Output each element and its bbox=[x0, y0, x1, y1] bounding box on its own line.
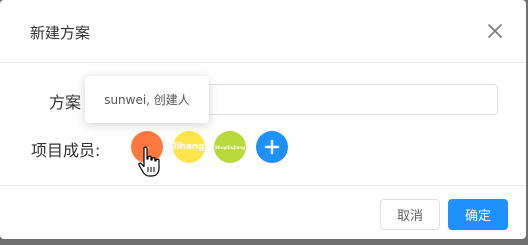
member-avatar-label: lihang bbox=[173, 142, 205, 152]
dialog-footer: 取消 确定 bbox=[0, 185, 526, 240]
tooltip-text: sunwei, 创建人 bbox=[104, 93, 190, 107]
new-plan-dialog: 新建方案 方案 项目成员: - lihang ShuyiDuJiang sunw… bbox=[0, 0, 526, 239]
confirm-button[interactable]: 确定 bbox=[448, 199, 508, 230]
member-avatar-label: ShuyiDuJiang bbox=[215, 144, 245, 150]
dialog-title: 新建方案 bbox=[30, 24, 91, 42]
plan-name-label: 方案 bbox=[49, 93, 82, 112]
add-member-button[interactable] bbox=[256, 131, 288, 163]
cancel-button[interactable]: 取消 bbox=[380, 199, 440, 230]
dialog-header: 新建方案 bbox=[0, 0, 526, 63]
members-label: 项目成员: bbox=[31, 141, 101, 160]
member-avatar[interactable]: ShuyiDuJiang bbox=[214, 131, 246, 163]
member-avatar[interactable]: lihang bbox=[173, 131, 205, 163]
close-icon[interactable] bbox=[484, 20, 506, 42]
plus-icon bbox=[264, 139, 280, 155]
hand-cursor-icon bbox=[138, 146, 160, 177]
member-tooltip: sunwei, 创建人 bbox=[85, 76, 209, 123]
